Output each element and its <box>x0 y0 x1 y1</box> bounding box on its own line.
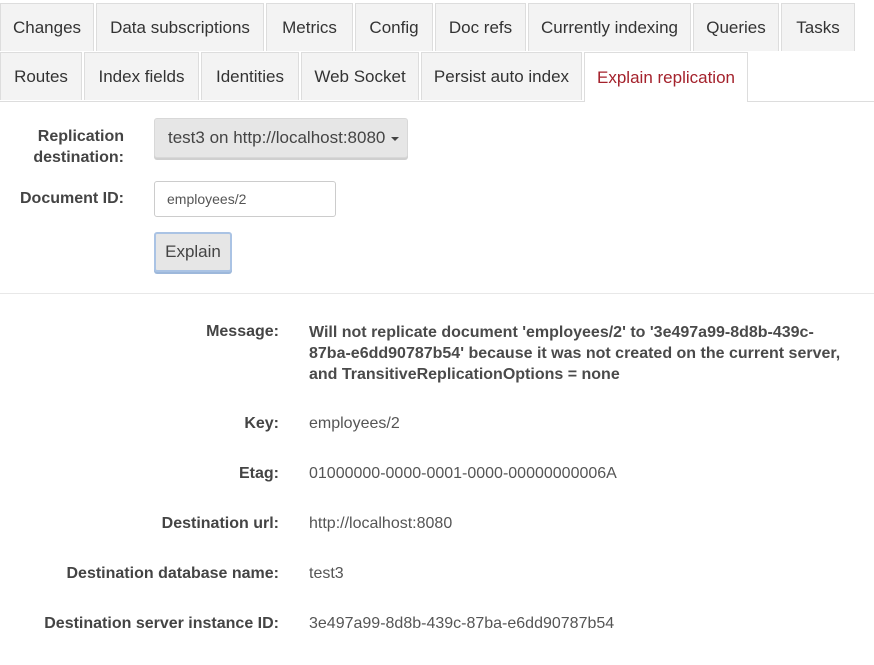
tab-metrics[interactable]: Metrics <box>266 3 353 51</box>
tab-queries[interactable]: Queries <box>693 3 779 51</box>
document-id-input[interactable] <box>154 181 336 217</box>
tab-identities[interactable]: Identities <box>201 52 299 100</box>
message-value: Will not replicate document 'employees/2… <box>309 324 841 383</box>
tabs-baseline-right <box>748 101 874 102</box>
document-id-label: Document ID: <box>20 190 124 207</box>
tab-tasks[interactable]: Tasks <box>781 3 855 51</box>
tab-changes[interactable]: Changes <box>0 3 94 51</box>
tab-routes[interactable]: Routes <box>0 52 82 100</box>
tabs-baseline <box>0 101 584 102</box>
destination-server-instance-id-value: 3e497a99-8d8b-439c-87ba-e6dd90787b54 <box>309 615 615 632</box>
destination-server-instance-id-label: Destination server instance ID: <box>44 615 279 632</box>
tab-explain-replication[interactable]: Explain replication <box>584 52 748 102</box>
tab-doc-refs[interactable]: Doc refs <box>435 3 526 51</box>
key-label: Key: <box>244 415 279 432</box>
destination-database-name-value: test3 <box>309 565 344 582</box>
key-value: employees/2 <box>309 415 400 432</box>
tab-index-fields[interactable]: Index fields <box>84 52 199 100</box>
replication-destination-label-line1: Replication <box>37 128 124 145</box>
destination-url-label: Destination url: <box>161 515 279 532</box>
tab-web-socket[interactable]: Web Socket <box>301 52 419 100</box>
replication-destination-dropdown[interactable]: test3 on http://localhost:8080 <box>154 118 408 158</box>
destination-url-value: http://localhost:8080 <box>309 515 453 532</box>
destination-database-name-label: Destination database name: <box>66 565 280 582</box>
tab-data-subscriptions[interactable]: Data subscriptions <box>96 3 264 51</box>
explain-button[interactable]: Explain <box>154 232 232 272</box>
caret-down-icon <box>391 137 400 141</box>
section-divider <box>0 293 874 294</box>
etag-value: 01000000-0000-0001-0000-00000000006A <box>309 465 617 482</box>
message-label: Message: <box>206 323 279 340</box>
replication-destination-label: Replication destination: <box>30 126 124 168</box>
replication-destination-value: test3 on http://localhost:8080 <box>168 128 386 147</box>
tab-persist-auto-index[interactable]: Persist auto index <box>421 52 582 100</box>
tab-config[interactable]: Config <box>355 3 433 51</box>
tab-currently-indexing[interactable]: Currently indexing <box>528 3 691 51</box>
replication-destination-label-line2: destination: <box>33 149 124 166</box>
etag-label: Etag: <box>239 465 279 482</box>
